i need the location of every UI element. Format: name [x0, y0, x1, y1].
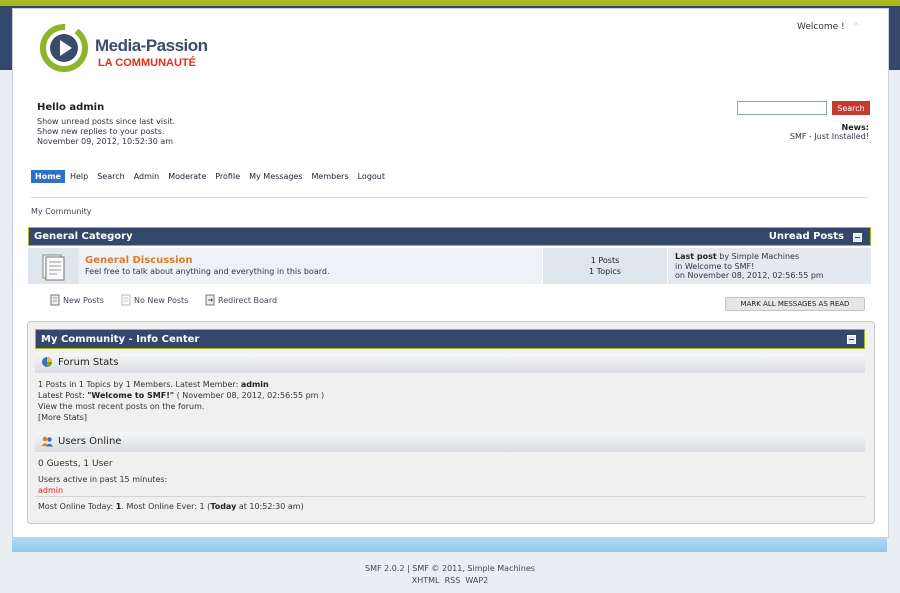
- collapse-info-center-icon[interactable]: [847, 335, 856, 344]
- user-info: Show unread posts since last visit. Show…: [37, 117, 175, 147]
- last-post-date: on November 08, 2012, 02:56:55 pm: [675, 271, 824, 280]
- board-no-new-posts-icon: [42, 254, 65, 281]
- new-replies-link[interactable]: Show new replies to your posts.: [37, 127, 175, 137]
- users-online-icon: [41, 436, 53, 447]
- board-topic-count: 1 Topics: [589, 267, 621, 276]
- legend-redirect-board: Redirect Board: [205, 294, 277, 306]
- new-posts-icon: [50, 294, 60, 306]
- latest-member-link[interactable]: admin: [241, 380, 269, 389]
- menu-item-admin[interactable]: Admin: [130, 170, 164, 183]
- unread-posts-link[interactable]: Show unread posts since last visit.: [37, 117, 175, 127]
- info-center-panel: My Community - Info Center Forum Stats 1…: [27, 321, 875, 524]
- legend-new-posts: New Posts: [50, 294, 104, 306]
- menu-divider: [31, 197, 868, 198]
- board-status-cell: [28, 248, 78, 284]
- info-center-header: My Community - Info Center: [35, 329, 865, 349]
- info-center-divider: [35, 496, 865, 497]
- welcome-text: Welcome !: [797, 22, 845, 32]
- menu-item-profile[interactable]: Profile: [211, 170, 244, 183]
- more-stats-link[interactable]: [More Stats]: [38, 412, 324, 423]
- current-datetime: November 09, 2012, 10:52:30 am: [37, 137, 174, 146]
- menu-item-search[interactable]: Search: [93, 170, 128, 183]
- menu-item-home[interactable]: Home: [31, 170, 65, 183]
- logo-title: Media-Passion: [95, 36, 208, 55]
- last-post-label: Last post: [675, 252, 717, 261]
- menu-item-logout[interactable]: Logout: [354, 170, 389, 183]
- search-button[interactable]: Search: [832, 101, 870, 115]
- users-online-count: 0 Guests, 1 User: [38, 459, 113, 469]
- users-active-content: Users active in past 15 minutes: admin: [38, 475, 168, 496]
- footer-link-rss[interactable]: RSS: [445, 576, 461, 585]
- menu-item-members[interactable]: Members: [308, 170, 353, 183]
- last-post-author-link[interactable]: by Simple Machines: [719, 252, 799, 261]
- footer-link-xhtml[interactable]: XHTML: [412, 576, 440, 585]
- forum-stats-title: Forum Stats: [58, 357, 119, 368]
- footer-links: XHTML RSS WAP2: [0, 575, 900, 587]
- recent-posts-link[interactable]: View the most recent posts on the forum.: [38, 401, 324, 412]
- board-info: General Discussion Feel free to talk abo…: [79, 248, 569, 284]
- page-footer: SMF 2.0.2 | SMF © 2011, Simple Machines …: [0, 563, 900, 587]
- info-center-title: My Community - Info Center: [41, 334, 200, 345]
- logo-subtitle: LA COMMUNAUTÉ: [98, 57, 196, 69]
- redirect-board-icon: [205, 294, 215, 306]
- mark-all-read-button[interactable]: MARK ALL MESSAGES AS READ: [725, 297, 865, 311]
- board-row: General Discussion Feel free to talk abo…: [28, 248, 871, 284]
- menu-item-moderate[interactable]: Moderate: [164, 170, 210, 183]
- category-title[interactable]: General Category: [34, 231, 133, 242]
- board-description: Feel free to talk about anything and eve…: [85, 267, 330, 276]
- main-menu: Home Help Search Admin Moderate Profile …: [31, 170, 390, 183]
- legend-no-new-posts: No New Posts: [121, 294, 188, 306]
- stats-pie-icon: [42, 357, 52, 367]
- no-new-posts-icon: [121, 294, 131, 306]
- board-name-link[interactable]: General Discussion: [85, 255, 193, 266]
- forum-stats-header: Forum Stats: [35, 353, 865, 373]
- latest-post-link[interactable]: "Welcome to SMF!": [87, 391, 174, 400]
- last-post-topic-link[interactable]: in Welcome to SMF!: [675, 262, 824, 272]
- footer-band: [12, 536, 887, 552]
- collapse-header-icon[interactable]: ⌃: [852, 22, 860, 33]
- users-online-title: Users Online: [58, 436, 122, 447]
- category-header: General Category Unread Posts: [28, 227, 871, 246]
- footer-copyright[interactable]: SMF 2.0.2 | SMF © 2011, Simple Machines: [0, 563, 900, 575]
- user-greeting: Hello admin: [37, 102, 105, 113]
- site-logo[interactable]: Media-Passion LA COMMUNAUTÉ: [40, 22, 210, 77]
- unread-posts-link[interactable]: Unread Posts: [769, 231, 844, 242]
- collapse-category-icon[interactable]: [853, 233, 862, 242]
- board-stats: 1 Posts 1 Topics: [542, 248, 668, 284]
- forum-stats-content: 1 Posts in 1 Topics by 1 Members. Latest…: [38, 380, 325, 423]
- menu-item-help[interactable]: Help: [66, 170, 92, 183]
- most-online-stats: Most Online Today: 1. Most Online Ever: …: [38, 502, 304, 511]
- users-online-header: Users Online: [35, 432, 865, 452]
- board-last-post: Last post by Simple Machines in Welcome …: [675, 252, 824, 281]
- logo-play-icon: [40, 24, 88, 72]
- news-text: SMF - Just Installed!: [789, 132, 869, 141]
- search-input[interactable]: [737, 101, 827, 115]
- footer-link-wap2[interactable]: WAP2: [465, 576, 488, 585]
- breadcrumb[interactable]: My Community: [31, 207, 91, 216]
- online-user-admin-link[interactable]: admin: [38, 485, 167, 496]
- menu-item-my-messages[interactable]: My Messages: [245, 170, 306, 183]
- news-label: News:: [841, 123, 869, 132]
- board-post-count: 1 Posts: [590, 256, 620, 265]
